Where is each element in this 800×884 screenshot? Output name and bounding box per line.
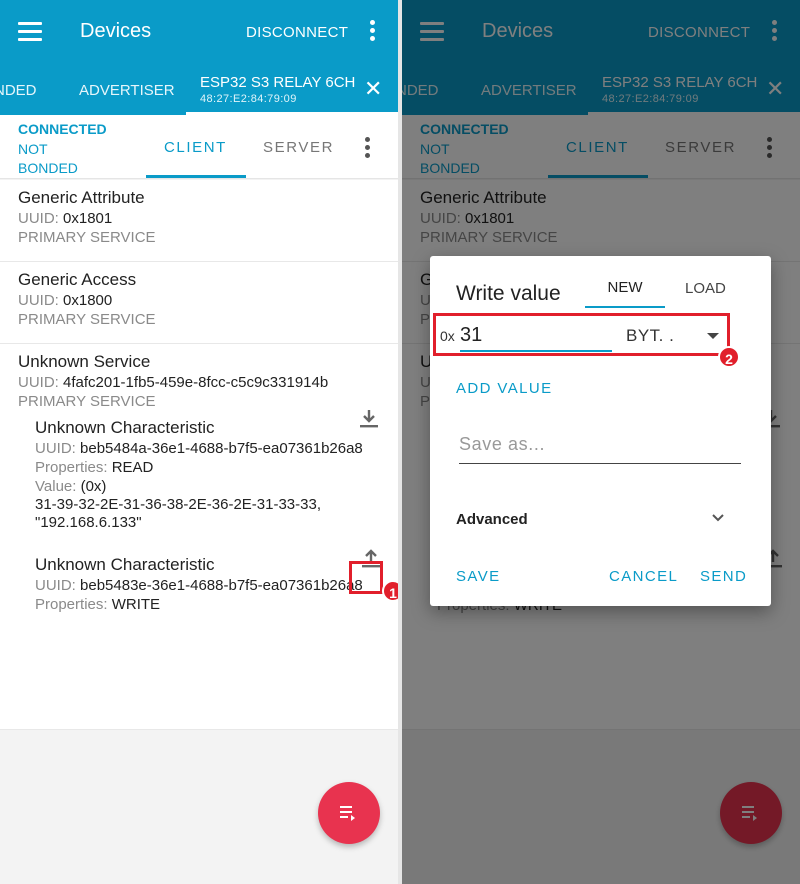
tab-new[interactable]: NEW <box>585 274 665 308</box>
characteristic-uuid: beb5484a-36e1-4688-b7f5-ea07361b26a8 <box>80 440 363 457</box>
step-badge-2: 2 <box>718 346 740 368</box>
characteristic-value-hex: 31-39-32-2E-31-36-38-2E-36-2E-31-33-33, <box>35 496 321 513</box>
app-title: Devices <box>80 20 152 42</box>
cancel-button[interactable]: CANCEL <box>609 568 678 585</box>
characteristic-uuid: beb5483e-36e1-4688-b7f5-ea07361b26a8 <box>80 577 363 594</box>
uuid-label: UUID: <box>18 292 59 309</box>
service-type: PRIMARY SERVICE <box>18 311 156 328</box>
client-tab-indicator <box>146 175 246 178</box>
uuid-label: UUID: <box>35 577 76 594</box>
characteristic-props-row: Properties: READ <box>35 459 385 476</box>
characteristic-value-string: "192.168.6.133" <box>35 514 142 531</box>
left-screen: Devices DISCONNECT NDED ADVERTISER ESP32… <box>0 0 398 884</box>
tab-device[interactable]: ESP32 S3 RELAY 6CH 48:27:E2:84:79:09 ✕ <box>186 66 398 115</box>
value-format: (0x) <box>80 478 107 495</box>
save-button[interactable]: SAVE <box>456 568 501 585</box>
download-icon[interactable] <box>357 406 381 430</box>
service-item[interactable]: Unknown Service UUID: 4fafc201-1fb5-459e… <box>0 344 398 730</box>
save-as-input[interactable]: Save as... <box>459 434 741 464</box>
connection-bar: CONNECTED NOT BONDED CLIENT SERVER <box>0 115 398 179</box>
service-name: Generic Access <box>18 270 137 289</box>
props-label: Properties: <box>35 459 108 476</box>
dialog-title: Write value <box>456 282 561 305</box>
characteristic-value-row: Value: (0x) <box>35 478 385 496</box>
tab-client[interactable]: CLIENT <box>146 115 246 178</box>
uuid-label: UUID: <box>18 210 59 227</box>
close-icon[interactable]: ✕ <box>364 76 382 102</box>
menu-icon[interactable] <box>18 22 42 42</box>
uuid-label: UUID: <box>35 440 76 457</box>
tab-load[interactable]: LOAD <box>685 280 726 297</box>
more-vert-icon[interactable] <box>368 20 376 46</box>
characteristic-props-row: Properties: WRITE <box>35 596 385 613</box>
service-type: PRIMARY SERVICE <box>18 393 156 410</box>
characteristic-uuid-row: UUID: beb5483e-36e1-4688-b7f5-ea07361b26… <box>35 577 380 594</box>
device-name: ESP32 S3 RELAY 6CH <box>200 74 356 91</box>
characteristic-name: Unknown Characteristic <box>35 418 215 437</box>
service-uuid: 4fafc201-1fb5-459e-8fcc-c5c9c331914b <box>63 374 329 391</box>
uuid-label: UUID: <box>18 374 59 391</box>
service-uuid-row: UUID: 4fafc201-1fb5-459e-8fcc-c5c9c33191… <box>18 374 398 391</box>
characteristic-props: WRITE <box>111 596 161 613</box>
bond-status: NOT BONDED <box>18 141 78 176</box>
characteristic-uuid-row: UUID: beb5484a-36e1-4688-b7f5-ea07361b26… <box>35 440 380 457</box>
tab-advertiser[interactable]: ADVERTISER <box>79 82 175 99</box>
more-vert-icon[interactable] <box>363 137 371 161</box>
connection-status: CONNECTED <box>18 121 107 137</box>
send-button[interactable]: SEND <box>700 568 747 585</box>
service-name: Unknown Service <box>18 352 151 371</box>
log-fab[interactable] <box>318 782 380 844</box>
write-value-dialog: Write value NEW LOAD 0x 31 BYT. . ADD VA… <box>430 256 771 606</box>
device-tab-bar: NDED ADVERTISER ESP32 S3 RELAY 6CH 48:27… <box>0 66 398 115</box>
service-list: Generic Attribute UUID: 0x1801 PRIMARY S… <box>0 180 398 730</box>
service-item[interactable]: Generic Attribute UUID: 0x1801 PRIMARY S… <box>0 180 398 262</box>
add-value-button[interactable]: ADD VALUE <box>456 380 553 397</box>
highlight-value-input <box>433 313 730 356</box>
advanced-section[interactable]: Advanced <box>456 511 528 528</box>
chevron-down-icon[interactable] <box>712 512 724 524</box>
service-uuid-row: UUID: 0x1800 <box>18 292 398 309</box>
log-list-icon <box>340 806 355 821</box>
tab-client-label: CLIENT <box>164 139 227 156</box>
step-badge-1: 1 <box>382 580 398 602</box>
screenshot-root: Devices DISCONNECT NDED ADVERTISER ESP32… <box>0 0 800 884</box>
disconnect-button[interactable]: DISCONNECT <box>246 24 348 41</box>
service-item[interactable]: Generic Access UUID: 0x1800 PRIMARY SERV… <box>0 262 398 344</box>
characteristic-item[interactable]: Unknown Characteristic UUID: beb5484a-36… <box>35 410 385 532</box>
characteristic-name: Unknown Characteristic <box>35 555 215 574</box>
tab-new-indicator <box>585 306 665 308</box>
value-label: Value: <box>35 478 77 495</box>
service-uuid: 0x1800 <box>63 292 113 309</box>
tab-new-label: NEW <box>607 279 643 296</box>
app-bar: Devices DISCONNECT <box>0 0 398 66</box>
characteristic-props: READ <box>111 459 154 476</box>
tab-server[interactable]: SERVER <box>263 139 334 156</box>
device-mac: 48:27:E2:84:79:09 <box>200 93 297 105</box>
service-type: PRIMARY SERVICE <box>18 229 156 246</box>
tab-bonded[interactable]: NDED <box>0 82 37 99</box>
service-name: Generic Attribute <box>18 188 145 207</box>
highlight-write-button <box>349 561 383 594</box>
props-label: Properties: <box>35 596 108 613</box>
right-screen: Devices DISCONNECT NDED ADVERTISER ESP32… <box>402 0 800 884</box>
service-uuid-row: UUID: 0x1801 <box>18 210 398 227</box>
service-uuid: 0x1801 <box>63 210 113 227</box>
characteristic-item[interactable]: Unknown Characteristic UUID: beb5483e-36… <box>35 549 385 613</box>
